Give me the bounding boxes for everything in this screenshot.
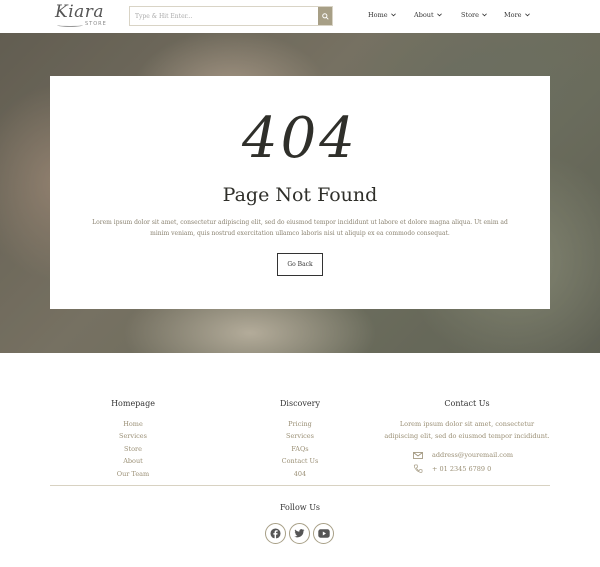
twitter-link[interactable] [289, 523, 310, 544]
site-header: Kiara STORE Home About Store More [0, 0, 600, 33]
nav-store[interactable]: Store [461, 11, 487, 19]
mail-icon [413, 451, 423, 459]
phone-icon [413, 464, 423, 473]
page-title: Page Not Found [222, 184, 378, 206]
nav-home[interactable]: Home [368, 11, 396, 19]
contact-description: Lorem ipsum dolor sit amet, consectetur … [384, 420, 550, 440]
facebook-link[interactable] [265, 523, 286, 544]
logo-name: Kiara [55, 2, 105, 22]
chevron-down-icon [524, 13, 530, 17]
nav-home-label: Home [368, 11, 388, 19]
footer-divider [50, 485, 550, 486]
contact-email-row: address@youremail.com [413, 451, 513, 459]
footer-link-contact-us[interactable]: Contact Us [250, 455, 350, 467]
chevron-down-icon [390, 13, 396, 17]
site-footer: Homepage Home Services Store About Our T… [0, 353, 600, 567]
footer-link-404[interactable]: 404 [250, 468, 350, 480]
footer-link-about[interactable]: About [83, 455, 183, 467]
logo-swoosh [57, 23, 83, 27]
search-input[interactable] [130, 7, 318, 25]
contact-email[interactable]: address@youremail.com [432, 451, 513, 459]
error-description: Lorem ipsum dolor sit amet, consectetur … [92, 219, 508, 237]
social-links [265, 523, 337, 544]
twitter-icon [294, 529, 305, 538]
discovery-links: Pricing Services FAQs Contact Us 404 [250, 418, 350, 480]
homepage-links: Home Services Store About Our Team [83, 418, 183, 480]
search-icon [321, 12, 329, 20]
footer-link-services[interactable]: Services [250, 430, 350, 442]
chevron-down-icon [436, 13, 442, 17]
nav-store-label: Store [461, 11, 479, 19]
nav-more-label: More [504, 11, 522, 19]
discovery-heading: Discovery [280, 399, 320, 408]
footer-link-faqs[interactable]: FAQs [250, 443, 350, 455]
logo-sub: STORE [85, 21, 107, 27]
youtube-icon [317, 529, 330, 538]
chevron-down-icon [482, 13, 487, 17]
contact-phone[interactable]: + 01 2345 6789 0 [432, 465, 491, 473]
error-code: 404 [242, 106, 358, 171]
facebook-icon [270, 528, 281, 539]
nav-about-label: About [414, 11, 434, 19]
logo[interactable]: Kiara STORE [55, 2, 110, 30]
youtube-link[interactable] [313, 523, 334, 544]
search-bar [129, 6, 333, 26]
contact-heading: Contact Us [444, 399, 490, 408]
nav-more[interactable]: More [504, 11, 530, 19]
contact-phone-row: + 01 2345 6789 0 [413, 464, 491, 473]
nav-about[interactable]: About [414, 11, 442, 19]
error-card: 404 Page Not Found Lorem ipsum dolor sit… [50, 76, 550, 309]
homepage-heading: Homepage [111, 399, 155, 408]
search-button[interactable] [318, 7, 332, 25]
go-back-button[interactable]: Go Back [277, 253, 323, 276]
footer-link-our-team[interactable]: Our Team [83, 468, 183, 480]
footer-link-store[interactable]: Store [83, 443, 183, 455]
follow-heading: Follow Us [279, 503, 321, 512]
footer-link-services[interactable]: Services [83, 430, 183, 442]
footer-link-pricing[interactable]: Pricing [250, 418, 350, 430]
footer-link-home[interactable]: Home [83, 418, 183, 430]
